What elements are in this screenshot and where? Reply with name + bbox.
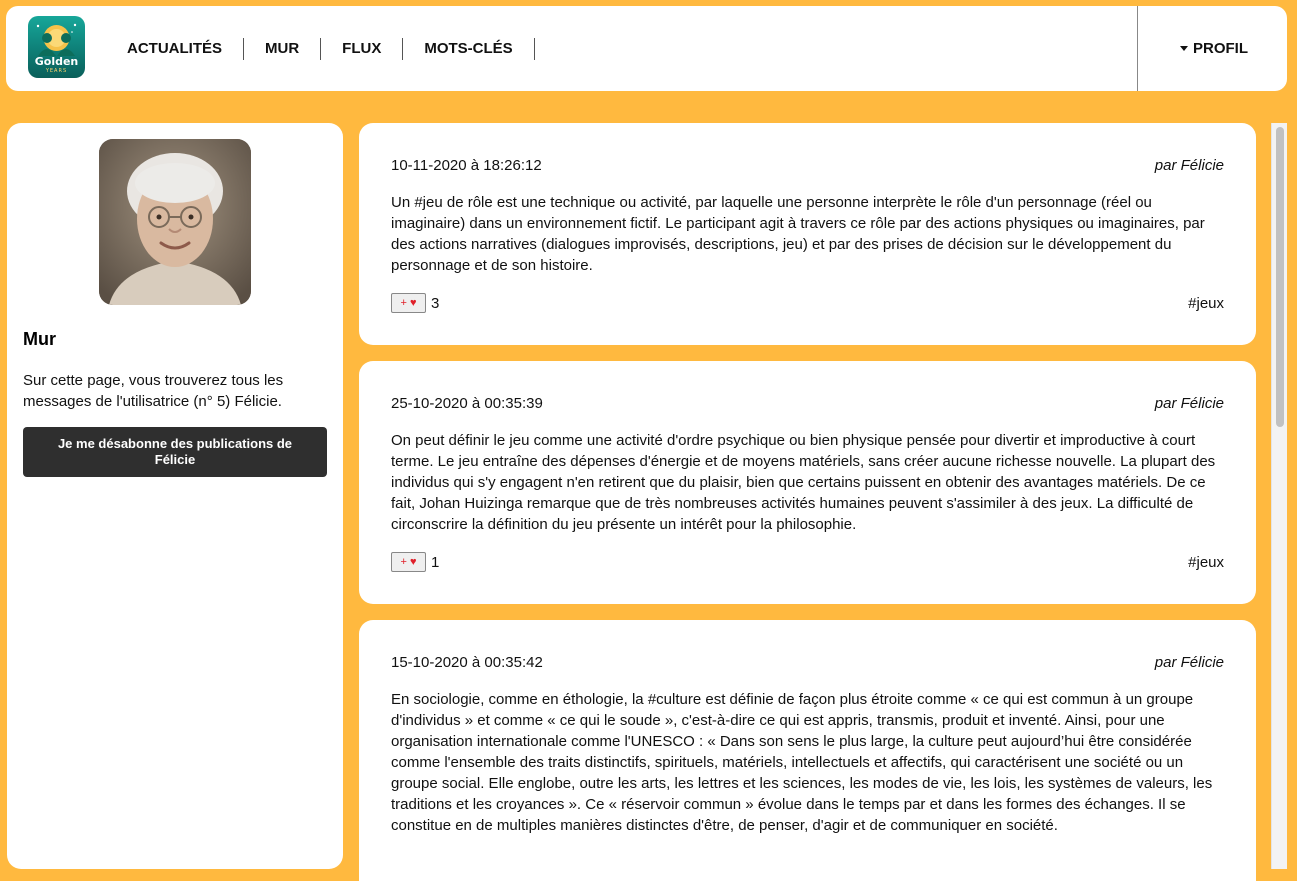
- page-description: Sur cette page, vous trouverez tous les …: [23, 372, 284, 410]
- portrait-image-icon: [99, 139, 251, 305]
- golden-years-logo[interactable]: Golden YEARS: [28, 16, 85, 78]
- unsubscribe-button[interactable]: Je me désabonne des publications de Féli…: [23, 427, 327, 477]
- like-count: 1: [431, 553, 440, 571]
- page-scrollbar[interactable]: [1271, 123, 1287, 869]
- post-text: Un #jeu de rôle est une technique ou act…: [391, 194, 1205, 274]
- post-date: 10-11-2020 à 18:26:12: [391, 157, 542, 174]
- profile-label: PROFIL: [1193, 40, 1248, 57]
- like-plus: +: [400, 297, 407, 309]
- nav-flux[interactable]: FLUX: [321, 38, 404, 60]
- post-text: En sociologie, comme en éthologie, la #c…: [391, 691, 1213, 834]
- like-plus: +: [400, 556, 407, 568]
- like-button[interactable]: + ♥: [391, 552, 426, 572]
- post-author[interactable]: par Félicie: [1155, 395, 1224, 412]
- post-card: 10-11-2020 à 18:26:12 par Félicie Un #je…: [359, 123, 1256, 345]
- profile-area: PROFIL: [1137, 6, 1287, 91]
- post-tag[interactable]: #jeux: [1188, 554, 1224, 571]
- post-tag[interactable]: #jeux: [1188, 295, 1224, 312]
- top-header: Golden YEARS ACTUALITÉS MUR FLUX MOTS-CL…: [6, 6, 1287, 91]
- profile-menu-button[interactable]: PROFIL: [1180, 40, 1248, 57]
- wall-sidebar: Mur Sur cette page, vous trouverez tous …: [7, 123, 343, 869]
- logo-text: Golden: [34, 55, 79, 68]
- nav-actualites[interactable]: ACTUALITÉS: [110, 38, 244, 60]
- like-count: 3: [431, 294, 440, 312]
- page-title: Mur: [23, 329, 56, 349]
- main-nav: ACTUALITÉS MUR FLUX MOTS-CLÉS: [110, 38, 535, 60]
- post-text: On peut définir le jeu comme une activit…: [391, 432, 1216, 533]
- caret-down-icon: [1180, 46, 1188, 51]
- like-button[interactable]: + ♥: [391, 293, 426, 313]
- heart-icon: ♥: [409, 556, 417, 568]
- scrollbar-thumb[interactable]: [1276, 127, 1284, 427]
- logo-subtext: YEARS: [45, 68, 68, 74]
- user-avatar: [99, 139, 251, 305]
- nav-mur[interactable]: MUR: [244, 38, 322, 60]
- post-date: 15-10-2020 à 00:35:42: [391, 654, 543, 671]
- posts-feed: 10-11-2020 à 18:26:12 par Félicie Un #je…: [359, 123, 1256, 881]
- post-card: 25-10-2020 à 00:35:39 par Félicie On peu…: [359, 361, 1256, 604]
- post-card: 15-10-2020 à 00:35:42 par Félicie En soc…: [359, 620, 1256, 881]
- post-date: 25-10-2020 à 00:35:39: [391, 395, 543, 412]
- post-author[interactable]: par Félicie: [1155, 654, 1224, 671]
- like-area: + ♥ 1: [391, 552, 439, 572]
- heart-icon: ♥: [409, 297, 417, 309]
- post-author[interactable]: par Félicie: [1155, 157, 1224, 174]
- nav-mots-cles[interactable]: MOTS-CLÉS: [403, 38, 535, 60]
- like-area: + ♥ 3: [391, 293, 439, 313]
